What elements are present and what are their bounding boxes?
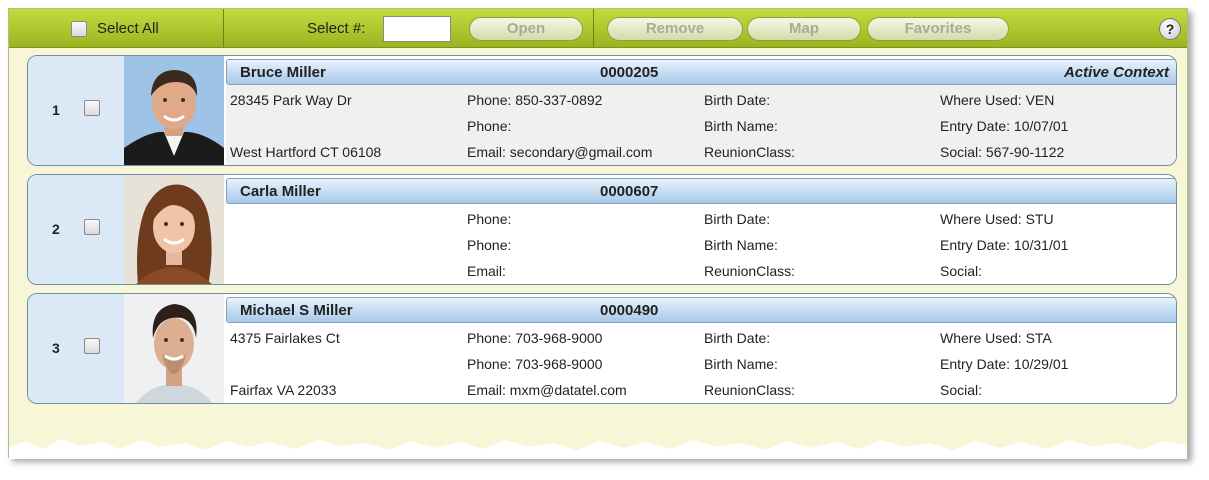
city-state-zip: West Hartford CT 06108 [230,144,382,160]
email: Email: mxm@datatel.com [467,382,627,398]
social: Social: [940,382,983,398]
torn-edge-decoration [9,439,1187,459]
person-name[interactable]: Michael S Miller [240,302,353,319]
where-used: Where Used: VEN [940,92,1055,108]
phone-secondary: Phone: [467,237,512,253]
record-card[interactable]: 2 Carla Miller 0000607 Phone: Phone: Ema… [27,174,1177,285]
record-checkbox[interactable] [84,219,100,235]
select-all-control[interactable]: Select All [71,20,159,37]
record-number: 2 [52,221,60,237]
record-checkbox[interactable] [84,100,100,116]
record-number: 1 [52,102,60,118]
record-details: 4375 Fairlakes Ct Fairfax VA 22033 Phone… [226,323,1176,403]
remove-button[interactable]: Remove [607,17,743,41]
person-id: 0000607 [600,183,659,200]
record-selector [28,56,125,165]
record-header: Bruce Miller 0000205 Active Context [226,59,1176,85]
active-context-label: Active Context [1063,64,1169,81]
email: Email: [467,263,506,279]
entry-date: Entry Date: 10/29/01 [940,356,1069,372]
phone-primary: Phone: [467,211,512,227]
person-name[interactable]: Bruce Miller [240,64,326,81]
where-used: Where Used: STA [940,330,1052,346]
record-selector [28,294,125,403]
open-button[interactable]: Open [469,17,583,41]
person-photo [124,56,224,165]
reunion-class: ReunionClass: [704,263,796,279]
birth-date: Birth Date: [704,330,771,346]
address-line: 28345 Park Way Dr [230,92,352,108]
help-icon[interactable]: ? [1159,18,1181,40]
phone-secondary: Phone: [467,118,512,134]
record-details: Phone: Phone: Email: Birth Date: Birth N… [226,204,1176,284]
record-details: 28345 Park Way Dr West Hartford CT 06108… [226,85,1176,165]
record-selector [28,175,125,284]
select-all-label: Select All [97,20,159,37]
toolbar-divider [223,9,224,47]
social: Social: [940,263,983,279]
birth-date: Birth Date: [704,211,771,227]
record-header: Michael S Miller 0000490 [226,297,1176,323]
toolbar: Select All Select #: Open Remove Map Fav… [9,9,1187,48]
entry-date: Entry Date: 10/07/01 [940,118,1069,134]
select-all-checkbox[interactable] [71,20,87,37]
email: Email: secondary@gmail.com [467,144,653,160]
map-button[interactable]: Map [747,17,861,41]
entry-date: Entry Date: 10/31/01 [940,237,1069,253]
social: Social: 567-90-1122 [940,144,1065,160]
phone-primary: Phone: 850-337-0892 [467,92,603,108]
toolbar-divider [593,9,594,47]
reunion-class: ReunionClass: [704,144,796,160]
record-card[interactable]: 1 Bruce Miller 0000205 Active Context 28… [27,55,1177,166]
select-number-input[interactable] [383,16,451,42]
person-id: 0000205 [600,64,659,81]
phone-primary: Phone: 703-968-9000 [467,330,603,346]
birth-date: Birth Date: [704,92,771,108]
where-used: Where Used: STU [940,211,1054,227]
record-number: 3 [52,340,60,356]
birth-name: Birth Name: [704,118,778,134]
birth-name: Birth Name: [704,356,778,372]
person-photo [124,175,224,284]
person-photo [124,294,224,403]
favorites-button[interactable]: Favorites [867,17,1009,41]
birth-name: Birth Name: [704,237,778,253]
reunion-class: ReunionClass: [704,382,796,398]
record-checkbox[interactable] [84,338,100,354]
city-state-zip: Fairfax VA 22033 [230,382,337,398]
address-line: 4375 Fairlakes Ct [230,330,340,346]
search-results-panel: Select All Select #: Open Remove Map Fav… [8,8,1188,459]
record-header: Carla Miller 0000607 [226,178,1176,204]
select-number-label: Select #: [307,20,366,37]
person-id: 0000490 [600,302,659,319]
record-card[interactable]: 3 Michael S Miller 0000490 4375 Fairlake… [27,293,1177,404]
person-name[interactable]: Carla Miller [240,183,321,200]
phone-secondary: Phone: 703-968-9000 [467,356,603,372]
